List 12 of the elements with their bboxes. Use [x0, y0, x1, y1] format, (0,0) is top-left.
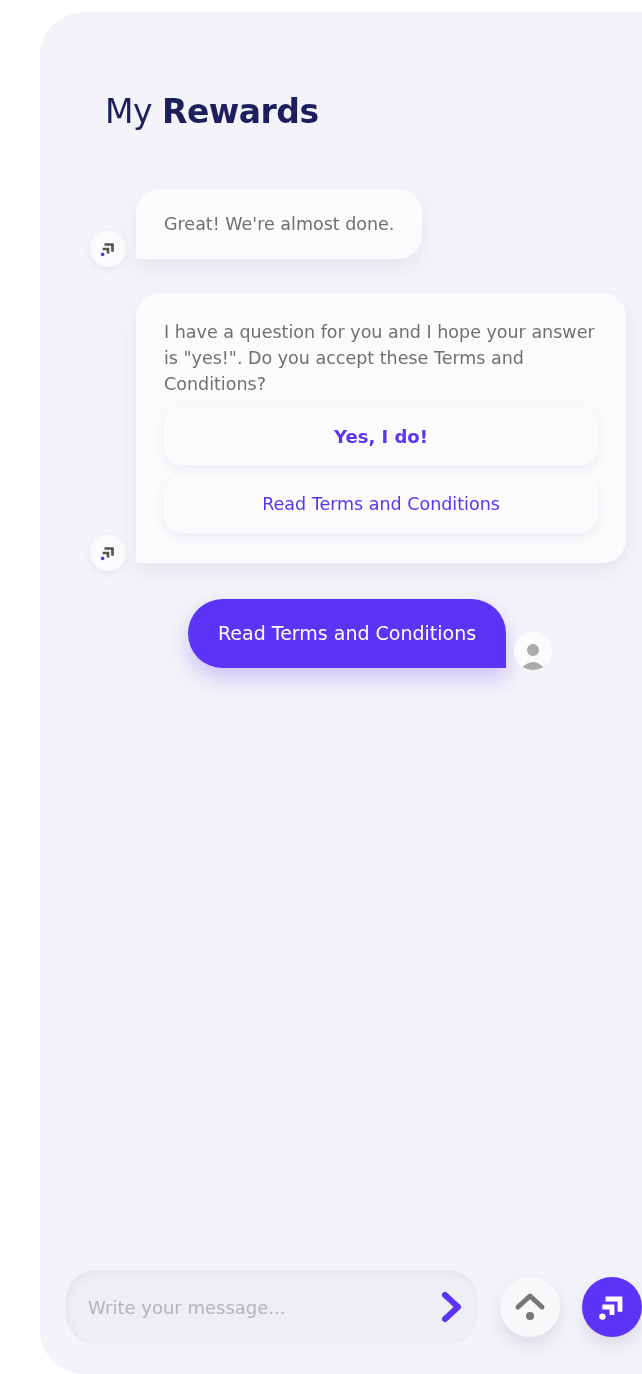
message-text: Great! We're almost done.	[164, 213, 395, 236]
chatbot-button[interactable]	[582, 1277, 642, 1337]
caret-up-icon	[513, 1291, 547, 1323]
message-text: I have a question for you and I hope your answer is "yes!". Do you accept these Terms and Conditions?	[164, 321, 596, 396]
user-message-bubble: Read Terms and Conditions	[188, 599, 507, 668]
page-title: My Rewards	[105, 92, 319, 131]
reply-option-button[interactable]: Yes, I do!	[164, 407, 598, 465]
send-icon[interactable]	[440, 1290, 464, 1324]
message-input[interactable]: Write your message...	[88, 1296, 440, 1318]
reply-option-button[interactable]: Read Terms and Conditions	[164, 475, 598, 533]
logo-icon	[99, 240, 117, 258]
logo-icon	[99, 544, 117, 562]
